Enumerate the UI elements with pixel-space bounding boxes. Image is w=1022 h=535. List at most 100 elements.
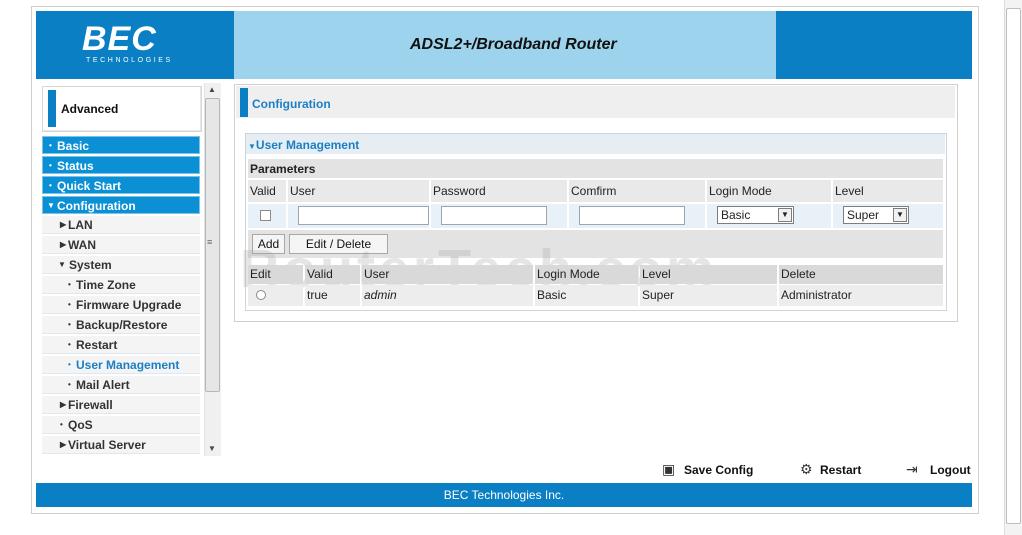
sidebar-item-label: QoS xyxy=(68,418,93,432)
sidebar-item-virtual-server[interactable]: ▶ Virtual Server xyxy=(42,436,200,454)
restart-icon[interactable]: ⚙ xyxy=(800,461,813,478)
scroll-down-arrow-icon[interactable]: ▼ xyxy=(204,442,220,456)
table-row-delete: Administrator xyxy=(779,285,943,306)
sidebar-item-label: Backup/Restore xyxy=(76,318,168,332)
login-mode-value: Basic xyxy=(721,208,751,222)
sidebar-item-label: Firmware Upgrade xyxy=(76,298,182,312)
bullet-icon: • xyxy=(68,340,71,349)
bullet-icon: • xyxy=(68,320,71,329)
list-header-level: Level xyxy=(640,265,777,284)
section-accent-bar xyxy=(240,88,248,117)
dropdown-arrow-icon: ▼ xyxy=(778,208,792,222)
sidebar-item-configuration[interactable]: ▼ Configuration xyxy=(42,196,200,214)
sidebar-item-wan[interactable]: ▶ WAN xyxy=(42,236,200,254)
bullet-icon: • xyxy=(49,141,52,150)
bullet-icon: • xyxy=(68,300,71,309)
valid-checkbox[interactable] xyxy=(260,210,271,221)
col-header-user: User xyxy=(288,180,429,202)
sidebar-item-user-management[interactable]: • User Management xyxy=(42,356,200,374)
sidebar-item-firewall[interactable]: ▶ Firewall xyxy=(42,396,200,414)
login-mode-select[interactable]: Basic ▼ xyxy=(717,206,794,224)
save-config-link[interactable]: Save Config xyxy=(684,463,753,477)
sidebar-menu: • Basic • Status • Quick Start ▼ Configurati… xyxy=(42,136,200,456)
page-scrollbar-thumb[interactable] xyxy=(1006,8,1021,524)
logout-icon[interactable]: ⇥ xyxy=(906,461,918,478)
list-header-edit: Edit xyxy=(248,265,303,284)
brand-logo: BEC xyxy=(82,20,157,58)
sidebar-section-title: Advanced xyxy=(61,102,119,116)
sidebar-item-firmware-upgrade[interactable]: • Firmware Upgrade xyxy=(42,296,200,314)
chevron-down-icon: ▼ xyxy=(47,201,55,210)
bullet-icon: • xyxy=(68,280,71,289)
chevron-right-icon: ▶ xyxy=(60,240,67,249)
sidebar-item-system[interactable]: ▼ System xyxy=(42,256,200,274)
col-header-password: Password xyxy=(431,180,567,202)
footer: BEC Technologies Inc. xyxy=(36,483,972,507)
brand-logo-subtitle: TECHNOLOGIES xyxy=(86,57,173,64)
bullet-icon: • xyxy=(49,181,52,190)
sidebar-item-quick-start[interactable]: • Quick Start xyxy=(42,176,200,194)
sidebar-item-backup-restore[interactable]: • Backup/Restore xyxy=(42,316,200,334)
product-title: ADSL2+/Broadband Router xyxy=(410,36,617,53)
edit-radio[interactable] xyxy=(256,290,266,300)
sidebar-item-label: Quick Start xyxy=(57,179,122,193)
logout-link[interactable]: Logout xyxy=(930,463,971,477)
sidebar-item-label: Restart xyxy=(76,338,118,352)
list-header-delete: Delete xyxy=(779,265,943,284)
dropdown-arrow-icon: ▼ xyxy=(893,208,907,222)
bullet-icon: • xyxy=(68,360,71,369)
sidebar-item-restart[interactable]: • Restart xyxy=(42,336,200,354)
table-row-level: Super xyxy=(640,285,777,306)
content-title-band xyxy=(236,86,955,118)
grip-icon: ≡ xyxy=(207,237,213,247)
bullet-icon: • xyxy=(60,420,63,429)
sidebar-item-lan[interactable]: ▶ LAN xyxy=(42,216,200,234)
level-select[interactable]: Super ▼ xyxy=(843,206,909,224)
confirm-password-input[interactable] xyxy=(579,206,685,225)
restart-link[interactable]: Restart xyxy=(820,463,861,477)
col-header-login-mode: Login Mode xyxy=(707,180,831,202)
bullet-icon: • xyxy=(68,380,71,389)
chevron-down-icon: ▼ xyxy=(58,260,66,269)
header-right-area xyxy=(776,11,972,79)
sidebar-item-qos[interactable]: • QoS xyxy=(42,416,200,434)
sidebar-item-label: Basic xyxy=(57,139,90,153)
sidebar-item-time-zone[interactable]: • Time Zone xyxy=(42,276,200,294)
parameters-label: Parameters xyxy=(250,162,316,176)
password-input[interactable] xyxy=(441,206,547,225)
level-value: Super xyxy=(847,208,880,222)
sidebar-item-label: Time Zone xyxy=(76,278,136,292)
save-icon[interactable]: ▣ xyxy=(662,461,675,478)
col-header-confirm: Comfirm xyxy=(569,180,705,202)
sidebar-item-label: Mail Alert xyxy=(76,378,130,392)
chevron-right-icon: ▶ xyxy=(60,440,67,449)
table-row-user: admin xyxy=(362,285,533,306)
sidebar-item-label: User Management xyxy=(76,358,180,372)
user-management-title[interactable]: ▼User Management xyxy=(248,138,359,152)
sidebar-item-label: Status xyxy=(57,159,94,173)
scroll-up-arrow-icon[interactable]: ▲ xyxy=(204,83,220,97)
list-header-valid: Valid xyxy=(305,265,360,284)
section-accent-bar xyxy=(48,90,56,127)
sidebar-item-label: Configuration xyxy=(57,199,136,213)
col-header-level: Level xyxy=(833,180,943,202)
parameters-band xyxy=(248,159,943,178)
bullet-icon: • xyxy=(49,161,52,170)
user-input[interactable] xyxy=(298,206,429,225)
sidebar-item-label: Virtual Server xyxy=(68,438,146,452)
sidebar-item-label: System xyxy=(69,258,112,272)
table-row-valid: true xyxy=(305,285,360,306)
table-row-login-mode: Basic xyxy=(535,285,638,306)
sidebar-item-label: LAN xyxy=(68,218,93,232)
sidebar-item-basic[interactable]: • Basic xyxy=(42,136,200,154)
page-title: Configuration xyxy=(252,97,331,111)
list-header-login-mode: Login Mode xyxy=(535,265,638,284)
sidebar-item-label: Firewall xyxy=(68,398,113,412)
chevron-right-icon: ▶ xyxy=(60,400,67,409)
list-header-user: User xyxy=(362,265,533,284)
sidebar-item-label: WAN xyxy=(68,238,96,252)
sidebar-item-mail-alert[interactable]: • Mail Alert xyxy=(42,376,200,394)
sidebar-item-status[interactable]: • Status xyxy=(42,156,200,174)
chevron-right-icon: ▶ xyxy=(60,220,67,229)
section-title-text: User Management xyxy=(255,138,360,152)
